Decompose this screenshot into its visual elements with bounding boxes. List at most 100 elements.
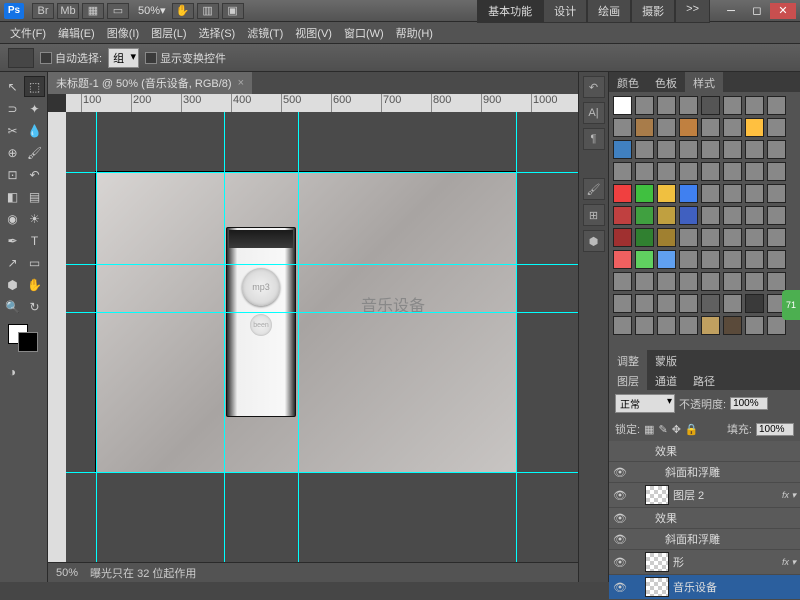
menu-window[interactable]: 窗口(W) bbox=[338, 23, 390, 43]
style-swatch[interactable] bbox=[701, 294, 720, 313]
style-swatch[interactable] bbox=[723, 206, 742, 225]
style-swatch[interactable] bbox=[679, 316, 698, 335]
style-swatch[interactable] bbox=[745, 294, 764, 313]
layer-row[interactable]: 👁斜面和浮雕 bbox=[609, 529, 800, 550]
style-swatch[interactable] bbox=[613, 206, 632, 225]
fill-input[interactable]: 100% bbox=[756, 423, 794, 436]
style-swatch[interactable] bbox=[745, 96, 764, 115]
ruler-vertical[interactable] bbox=[48, 112, 66, 562]
workspace-expand[interactable]: >> bbox=[675, 0, 710, 23]
style-swatch[interactable] bbox=[723, 96, 742, 115]
tab-channels[interactable]: 通道 bbox=[647, 370, 685, 390]
style-swatch[interactable] bbox=[723, 184, 742, 203]
guide-horizontal[interactable] bbox=[66, 312, 578, 313]
style-swatch[interactable] bbox=[635, 316, 654, 335]
layer-row[interactable]: 👁形fx ▾ bbox=[609, 550, 800, 575]
tool-brush[interactable]: 🖌 bbox=[24, 142, 45, 163]
tool-pen[interactable]: ✒ bbox=[2, 230, 23, 251]
style-swatch[interactable] bbox=[767, 228, 786, 247]
style-swatch[interactable] bbox=[767, 184, 786, 203]
style-swatch[interactable] bbox=[701, 272, 720, 291]
style-swatch[interactable] bbox=[723, 140, 742, 159]
guide-horizontal[interactable] bbox=[66, 472, 578, 473]
tool-lasso[interactable]: ⊃ bbox=[2, 98, 23, 119]
lock-pixels-icon[interactable]: ▦ bbox=[644, 423, 654, 436]
style-swatch[interactable] bbox=[767, 162, 786, 181]
style-swatch[interactable] bbox=[635, 294, 654, 313]
lock-move-icon[interactable]: ✥ bbox=[672, 423, 681, 436]
canvas-viewport[interactable]: mp3 been 音乐设备 bbox=[66, 112, 578, 562]
style-swatch[interactable] bbox=[635, 118, 654, 137]
visibility-icon[interactable]: 👁 bbox=[613, 581, 627, 594]
style-swatch[interactable] bbox=[767, 206, 786, 225]
guide-vertical[interactable] bbox=[96, 112, 97, 562]
tab-color[interactable]: 颜色 bbox=[609, 72, 647, 92]
menu-view[interactable]: 视图(V) bbox=[289, 23, 338, 43]
maximize-button[interactable]: ◻ bbox=[744, 3, 770, 19]
style-swatch[interactable] bbox=[701, 184, 720, 203]
opacity-input[interactable]: 100% bbox=[730, 397, 768, 410]
style-swatch[interactable] bbox=[657, 206, 676, 225]
layer-row[interactable]: 👁斜面和浮雕 bbox=[609, 462, 800, 483]
screen-mode-button[interactable]: ▣ bbox=[222, 3, 244, 19]
menu-file[interactable]: 文件(F) bbox=[4, 23, 52, 43]
guide-vertical[interactable] bbox=[298, 112, 299, 562]
style-swatch[interactable] bbox=[723, 118, 742, 137]
style-swatch[interactable] bbox=[679, 184, 698, 203]
tab-styles[interactable]: 样式 bbox=[685, 72, 723, 92]
style-swatch[interactable] bbox=[635, 250, 654, 269]
canvas[interactable]: mp3 been 音乐设备 bbox=[96, 172, 516, 472]
tool-crop[interactable]: ✂ bbox=[2, 120, 23, 141]
style-swatch[interactable] bbox=[745, 206, 764, 225]
layer-row[interactable]: 👁音乐设备 bbox=[609, 575, 800, 600]
style-swatch[interactable] bbox=[701, 228, 720, 247]
style-swatch[interactable] bbox=[613, 96, 632, 115]
guide-horizontal[interactable] bbox=[66, 172, 578, 173]
style-swatch[interactable] bbox=[767, 140, 786, 159]
bridge-button[interactable]: Br bbox=[32, 3, 54, 19]
blend-mode-dropdown[interactable]: 正常 bbox=[615, 394, 675, 413]
tool-hand[interactable]: ✋ bbox=[24, 274, 45, 295]
workspace-tab-essentials[interactable]: 基本功能 bbox=[477, 0, 543, 23]
style-swatch[interactable] bbox=[657, 228, 676, 247]
style-swatch[interactable] bbox=[635, 228, 654, 247]
tab-layers[interactable]: 图层 bbox=[609, 370, 647, 390]
hand-button[interactable]: ✋ bbox=[172, 3, 194, 19]
style-swatch[interactable] bbox=[613, 294, 632, 313]
style-swatch[interactable] bbox=[679, 294, 698, 313]
tool-shape[interactable]: ▭ bbox=[24, 252, 45, 273]
style-swatch[interactable] bbox=[679, 206, 698, 225]
tab-paths[interactable]: 路径 bbox=[685, 370, 723, 390]
arrange-button[interactable]: ▥ bbox=[197, 3, 219, 19]
style-swatch[interactable] bbox=[657, 96, 676, 115]
tab-adjustments[interactable]: 调整 bbox=[609, 350, 647, 370]
brush-panel-icon[interactable]: 🖌 bbox=[583, 178, 605, 200]
char-panel-icon[interactable]: A| bbox=[583, 102, 605, 124]
visibility-icon[interactable]: 👁 bbox=[613, 533, 627, 546]
tool-history-brush[interactable]: ↶ bbox=[24, 164, 45, 185]
style-swatch[interactable] bbox=[613, 272, 632, 291]
tool-move[interactable]: ↖ bbox=[2, 76, 23, 97]
style-swatch[interactable] bbox=[723, 316, 742, 335]
style-swatch[interactable] bbox=[679, 140, 698, 159]
style-swatch[interactable] bbox=[657, 250, 676, 269]
style-swatch[interactable] bbox=[635, 206, 654, 225]
view-grid-button[interactable]: ▦ bbox=[82, 3, 104, 19]
style-swatch[interactable] bbox=[679, 118, 698, 137]
fx-badge[interactable]: fx ▾ bbox=[782, 557, 796, 568]
style-swatch[interactable] bbox=[635, 96, 654, 115]
style-swatch[interactable] bbox=[723, 228, 742, 247]
zoom-dropdown[interactable]: 50% ▾ bbox=[138, 4, 166, 17]
style-swatch[interactable] bbox=[613, 162, 632, 181]
style-swatch[interactable] bbox=[745, 140, 764, 159]
menu-select[interactable]: 选择(S) bbox=[193, 23, 242, 43]
ruler-horizontal[interactable]: 1002003004005006007008009001000 bbox=[66, 94, 578, 112]
style-swatch[interactable] bbox=[745, 250, 764, 269]
style-swatch[interactable] bbox=[635, 272, 654, 291]
background-color[interactable] bbox=[18, 332, 38, 352]
style-swatch[interactable] bbox=[613, 228, 632, 247]
lock-all-icon[interactable]: 🔒 bbox=[685, 423, 699, 436]
style-swatch[interactable] bbox=[723, 272, 742, 291]
quick-mask-button[interactable]: ◑ bbox=[2, 361, 23, 382]
style-swatch[interactable] bbox=[613, 184, 632, 203]
